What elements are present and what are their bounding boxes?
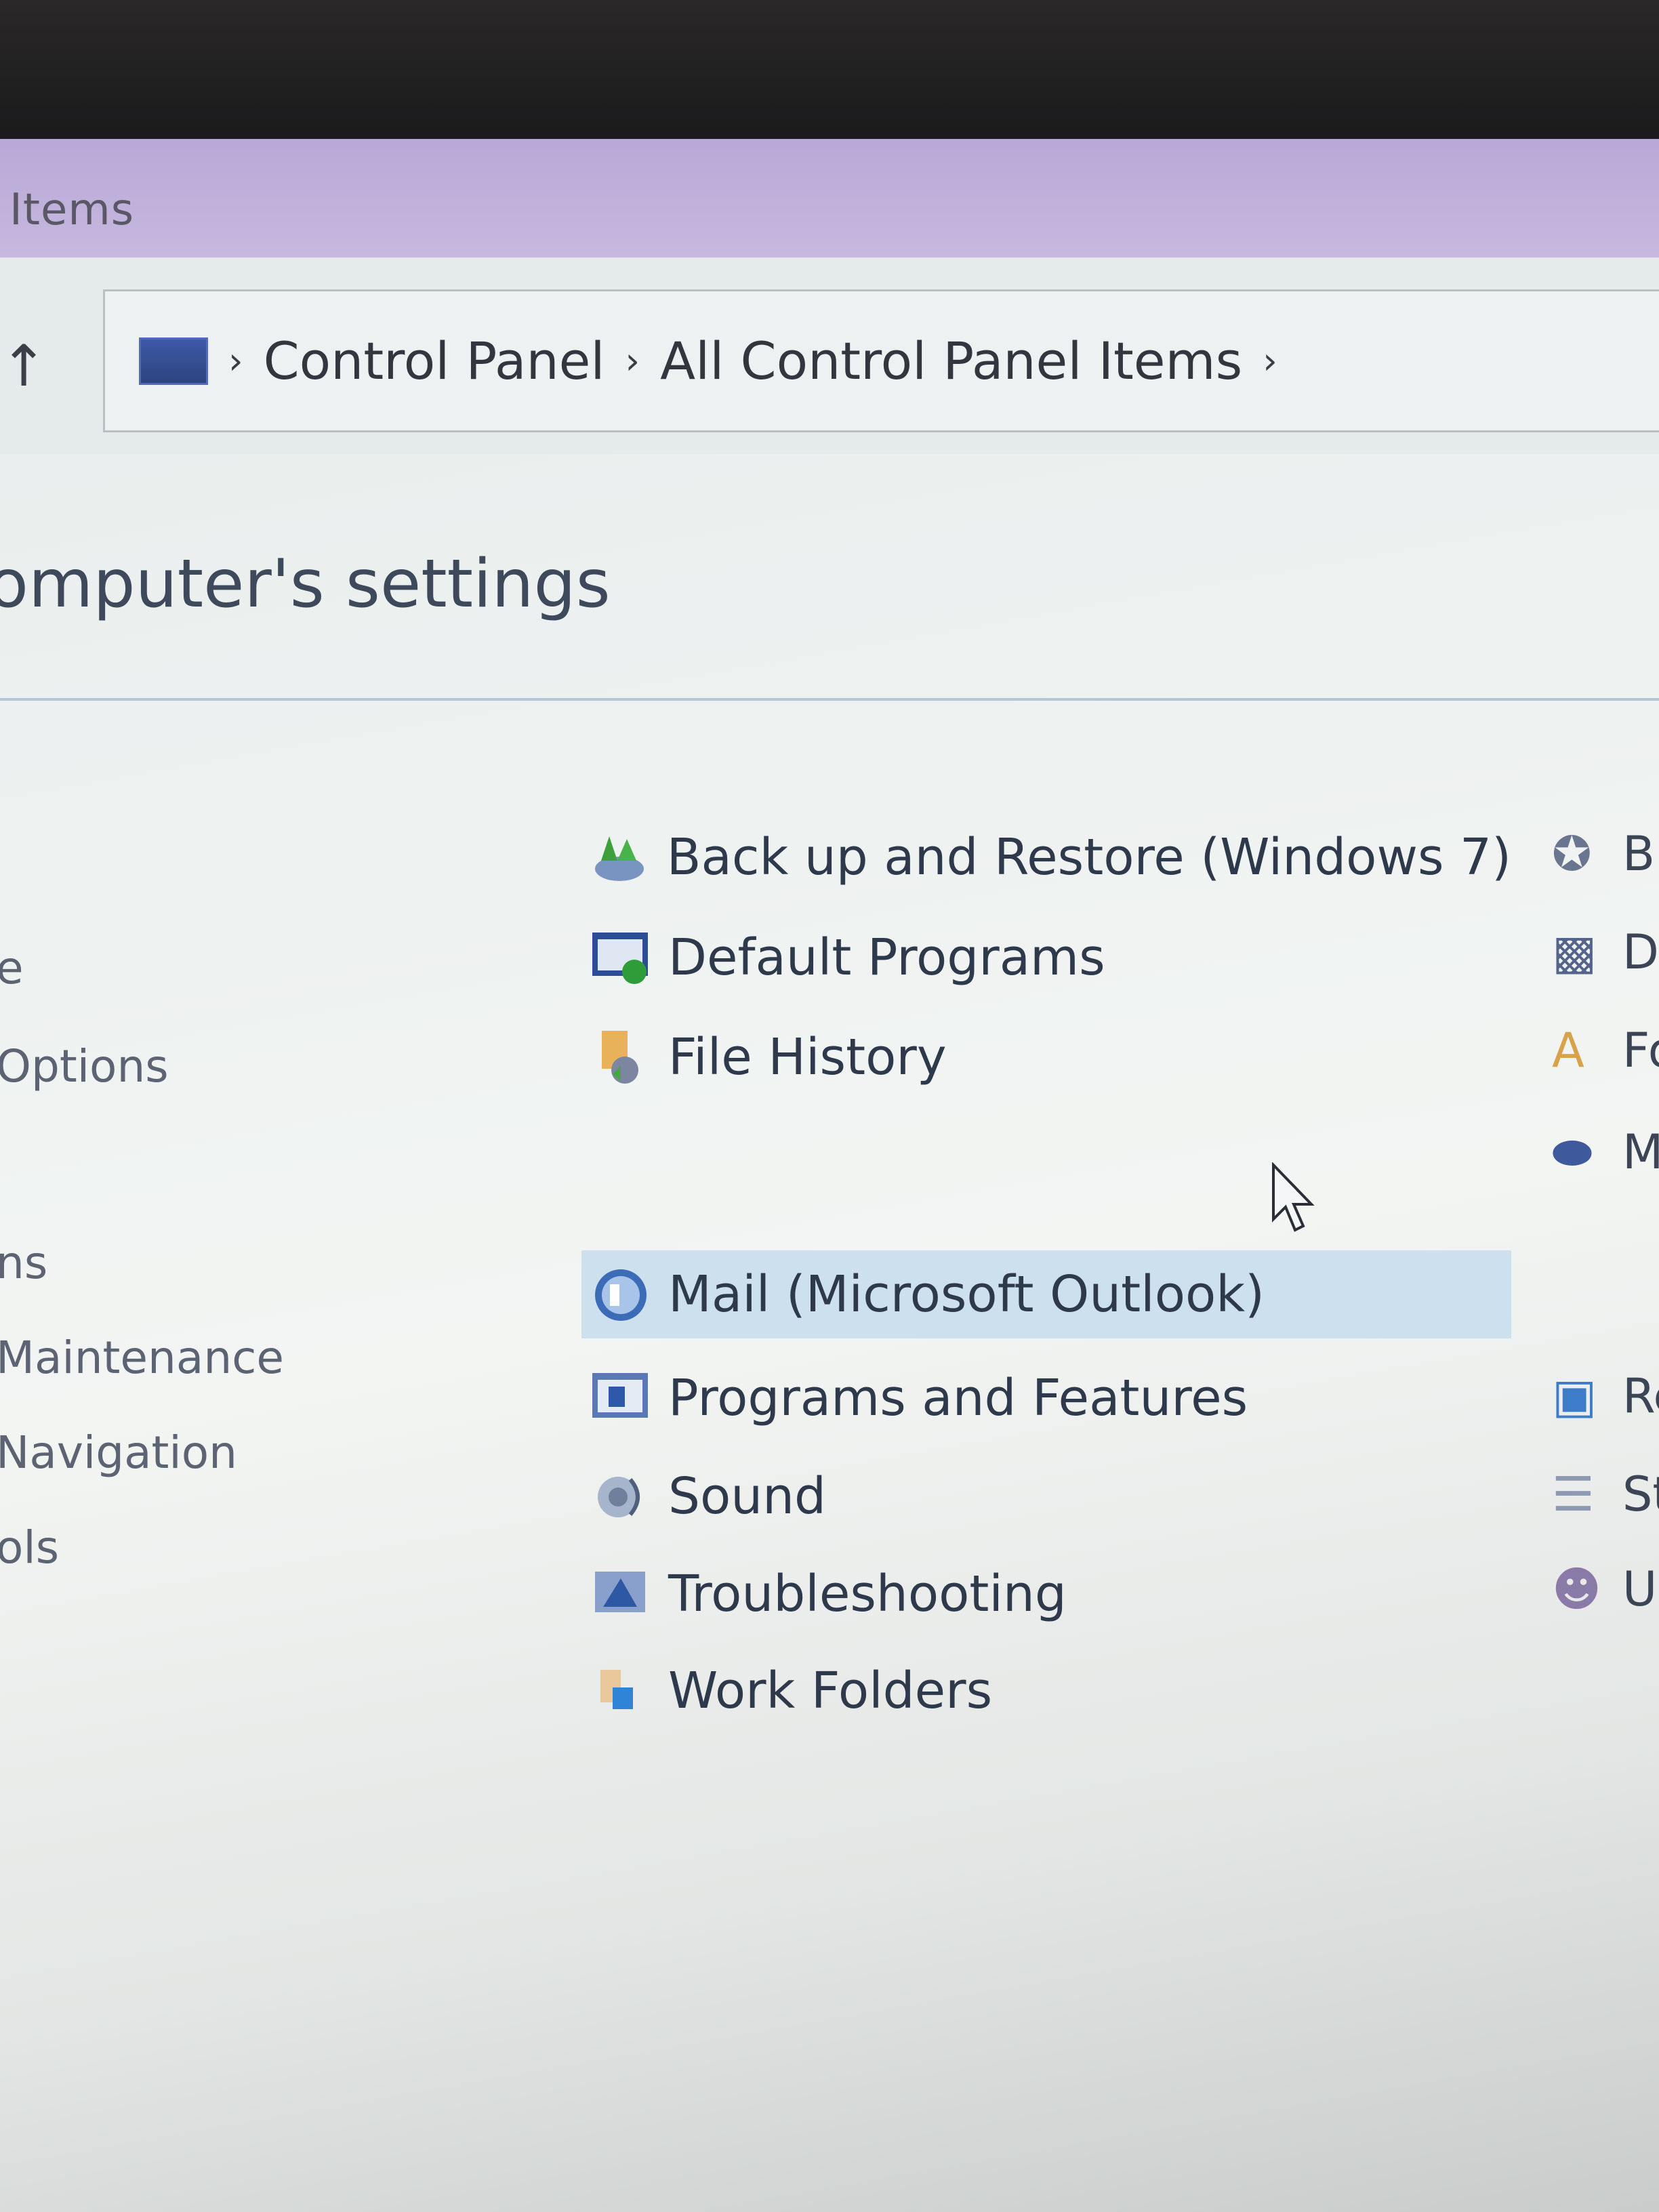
list-item-label: B <box>1622 826 1656 882</box>
list-item-label: Troubleshooting <box>668 1565 1067 1623</box>
list-item-label: Us <box>1622 1561 1659 1617</box>
troubleshooting-icon <box>588 1562 652 1626</box>
list-item[interactable]: A Fo <box>1552 1013 1659 1088</box>
mail-icon <box>588 1263 652 1326</box>
chevron-right-icon[interactable]: › <box>228 340 243 382</box>
recovery-icon: ▣ <box>1552 1368 1597 1424</box>
chevron-right-icon[interactable]: › <box>1263 340 1277 382</box>
list-item-sound[interactable]: Sound <box>581 1452 1511 1540</box>
list-item[interactable]: e <box>0 942 24 994</box>
list-item-label: Back up and Restore (Windows 7) <box>666 828 1511 886</box>
list-item-work-folders[interactable]: Work Folders <box>581 1647 1511 1735</box>
users-icon: ☻ <box>1552 1561 1601 1617</box>
list-item[interactable]: ▣ Re <box>1552 1359 1659 1433</box>
list-item-label: Work Folders <box>668 1662 993 1720</box>
storage-icon: ☰ <box>1552 1467 1595 1522</box>
list-item-label: Fo <box>1622 1023 1659 1078</box>
breadcrumb-control-panel[interactable]: Control Panel <box>264 331 605 391</box>
list-item-label: Mail (Microsoft Outlook) <box>668 1265 1265 1324</box>
chevron-right-icon[interactable]: › <box>626 340 640 382</box>
programs-features-icon <box>588 1366 652 1430</box>
list-item[interactable]: ✪ B <box>1552 817 1659 891</box>
backup-restore-icon <box>588 825 651 889</box>
mouse-cursor-icon <box>1272 1162 1315 1232</box>
address-bar[interactable]: › Control Panel › All Control Panel Item… <box>103 289 1659 432</box>
list-item-programs-features[interactable]: Programs and Features <box>581 1354 1511 1442</box>
list-item-label: File History <box>668 1028 947 1086</box>
mouse-icon: ⬬ <box>1552 1124 1593 1180</box>
list-item[interactable]: ols <box>0 1521 59 1574</box>
list-item-mail[interactable]: Mail (Microsoft Outlook) <box>581 1250 1511 1338</box>
list-item[interactable]: ns <box>0 1237 47 1289</box>
list-item[interactable]: ▩ D <box>1552 915 1659 989</box>
list-item[interactable]: Maintenance <box>0 1332 284 1384</box>
window: Items ↑ › Control Panel › All Control Pa… <box>0 139 1659 2212</box>
breadcrumb-all-items[interactable]: All Control Panel Items <box>660 331 1242 391</box>
list-item-backup-restore[interactable]: Back up and Restore (Windows 7) <box>581 813 1511 901</box>
divider <box>0 698 1659 701</box>
list-item[interactable]: Navigation <box>0 1427 237 1479</box>
list-item-troubleshooting[interactable]: Troubleshooting <box>581 1550 1511 1638</box>
sound-icon <box>588 1465 652 1528</box>
font-icon: A <box>1552 1023 1584 1078</box>
window-title: Items <box>9 185 135 235</box>
list-item-file-history[interactable]: File History <box>581 1013 1511 1101</box>
list-item-label: Programs and Features <box>668 1369 1248 1427</box>
device-icon: ▩ <box>1552 924 1597 980</box>
title-bar: Items <box>0 139 1659 258</box>
up-arrow-icon[interactable]: ↑ <box>0 335 47 396</box>
list-item[interactable]: Options <box>0 1040 169 1092</box>
monitor-bezel <box>0 0 1659 146</box>
list-item[interactable]: ☰ St <box>1552 1457 1659 1532</box>
list-item-label: M <box>1622 1124 1659 1180</box>
file-history-icon <box>588 1025 652 1089</box>
list-item[interactable]: ☻ Us <box>1552 1552 1659 1626</box>
list-item-label: D <box>1622 924 1659 980</box>
pin-icon: ✪ <box>1552 826 1592 882</box>
list-item-label: St <box>1622 1467 1659 1522</box>
list-item-label: Re <box>1622 1368 1659 1424</box>
list-item-label: Sound <box>668 1467 827 1525</box>
list-item[interactable]: ⬬ M <box>1552 1115 1659 1189</box>
work-folders-icon <box>588 1659 652 1723</box>
page-title: omputer's settings <box>0 546 611 623</box>
default-programs-icon <box>588 926 652 989</box>
computer-icon[interactable] <box>139 337 208 385</box>
list-item-default-programs[interactable]: Default Programs <box>581 914 1511 1002</box>
list-item-label: Default Programs <box>668 928 1105 987</box>
